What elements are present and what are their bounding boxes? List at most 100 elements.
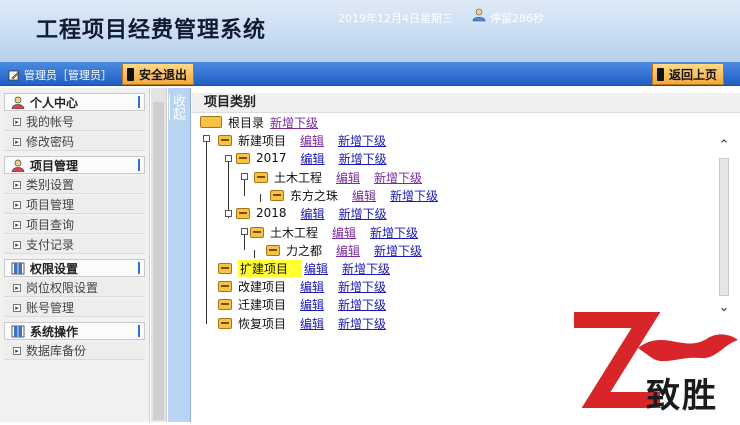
sidebar-item-my-account[interactable]: ▸ 我的帐号: [4, 113, 145, 131]
tree-node-label: 改建项目: [238, 279, 287, 294]
app-header: 工程项目经费管理系统 2019年12月4日 星期三 停留286秒: [0, 0, 740, 62]
sidebar-item-project-manage[interactable]: ▸ 项目管理: [4, 196, 145, 214]
tree-node-label: 迁建项目: [238, 297, 287, 312]
add-child-link[interactable]: 新增下级: [390, 187, 438, 204]
app-title: 工程项目经费管理系统: [36, 18, 267, 43]
brand-logo: 致胜: [568, 308, 740, 422]
edit-link[interactable]: 编辑: [336, 242, 360, 259]
tree-node: 力之都 编辑 新增下级: [266, 242, 436, 258]
sidebar-item-label: 岗位权限设置: [26, 281, 99, 295]
folder-icon: [236, 207, 250, 219]
scrollbar-thumb[interactable]: [153, 102, 164, 420]
sidebar-item-change-password[interactable]: ▸ 修改密码: [4, 133, 145, 151]
add-child-link[interactable]: 新增下级: [370, 224, 418, 241]
sidebar-group-label: 个人中心: [30, 95, 79, 110]
collapse-toggle[interactable]: [225, 155, 232, 162]
sidebar-item-label: 项目查询: [26, 218, 75, 232]
sidebar-item-label: 类别设置: [26, 178, 75, 192]
current-user: 管理员［管理员］: [8, 67, 112, 83]
sidebar-item-label: 项目管理: [26, 198, 75, 212]
edit-link[interactable]: 编辑: [301, 205, 325, 222]
scroll-up-icon[interactable]: ⌃: [718, 139, 730, 152]
phone-icon: [657, 67, 664, 81]
logout-button[interactable]: 安全退出: [122, 63, 195, 85]
add-child-link[interactable]: 新增下级: [374, 169, 422, 186]
sidebar-item-project-query[interactable]: ▸ 项目查询: [4, 216, 145, 234]
edit-link[interactable]: 编辑: [304, 260, 328, 277]
sidebar-item-payment-records[interactable]: ▸ 支付记录: [4, 236, 145, 254]
edit-link[interactable]: 编辑: [301, 150, 325, 167]
edit-link[interactable]: 编辑: [300, 296, 324, 313]
folder-icon: [254, 171, 268, 183]
add-child-link[interactable]: 新增下级: [338, 132, 386, 149]
add-child-link[interactable]: 新增下级: [339, 150, 387, 167]
tree-node-label: 土木工程: [270, 225, 319, 240]
sidebar-group-permissions[interactable]: 权限设置: [4, 259, 145, 277]
tree-node-label: 土木工程: [274, 170, 323, 185]
tree-node-label: 东方之珠: [290, 188, 339, 203]
edit-link[interactable]: 编辑: [336, 169, 360, 186]
add-child-link[interactable]: 新增下级: [338, 278, 386, 295]
sidebar-scrollbar[interactable]: [151, 88, 167, 422]
add-child-link[interactable]: 新增下级: [374, 242, 422, 259]
top-toolbar: 管理员［管理员］ 安全退出 返回上页: [0, 62, 740, 86]
sidebar-item-role-permissions[interactable]: ▸ 岗位权限设置: [4, 279, 145, 297]
page-title: 项目类别: [192, 93, 740, 113]
collapse-link[interactable]: 收起: [170, 94, 186, 120]
group-indicator: [138, 262, 140, 274]
back-label: 返回上页: [669, 67, 718, 82]
sidebar-group-project[interactable]: 项目管理: [4, 156, 145, 174]
folder-icon: [218, 262, 232, 274]
sidebar-item-category[interactable]: ▸ 类别设置: [4, 176, 145, 194]
current-weekday: 星期三: [420, 12, 453, 25]
sidebar-item-label: 账号管理: [26, 301, 75, 315]
book-icon: [11, 325, 25, 337]
bullet-icon: ▸: [13, 221, 21, 229]
tree-connector: [206, 136, 207, 324]
admin-label: 管理员［管理员］: [24, 69, 112, 82]
folder-icon: [250, 226, 264, 238]
collapse-toggle[interactable]: [241, 228, 248, 235]
pencil-icon: [8, 70, 20, 81]
tree-node-label: 2018: [256, 206, 287, 220]
collapse-toggle[interactable]: [225, 210, 232, 217]
add-child-link[interactable]: 新增下级: [338, 296, 386, 313]
tree-node: 迁建项目 编辑 新增下级: [218, 296, 400, 312]
tree-node: 土木工程 编辑 新增下级: [254, 169, 436, 185]
person-icon: [11, 159, 25, 172]
tree-node: 新建项目 编辑 新增下级: [218, 132, 400, 148]
logo-text: 致胜: [646, 376, 718, 416]
add-child-link[interactable]: 新增下级: [338, 315, 386, 332]
add-child-link[interactable]: 新增下级: [270, 114, 318, 131]
edit-link[interactable]: 编辑: [300, 278, 324, 295]
folder-icon: [218, 134, 232, 146]
collapse-toggle[interactable]: [203, 135, 210, 142]
tree-node-label: 新建项目: [238, 133, 287, 148]
back-button[interactable]: 返回上页: [652, 63, 725, 85]
tree-node-label[interactable]: 扩建项目: [238, 259, 303, 277]
sidebar-item-db-backup[interactable]: ▸ 数据库备份: [4, 342, 145, 360]
bullet-icon: ▸: [13, 347, 21, 355]
collapse-toggle[interactable]: [241, 173, 248, 180]
add-child-link[interactable]: 新增下级: [339, 205, 387, 222]
sidebar-item-label: 数据库备份: [26, 344, 87, 358]
edit-link[interactable]: 编辑: [300, 132, 324, 149]
group-indicator: [138, 159, 140, 171]
phone-icon: [127, 67, 134, 81]
sidebar-group-personal[interactable]: 个人中心: [4, 93, 145, 111]
session-duration: 停留286秒: [490, 12, 544, 25]
edit-link[interactable]: 编辑: [352, 187, 376, 204]
scrollbar-thumb[interactable]: [719, 158, 729, 296]
main-scrollbar[interactable]: ⌃ ⌄: [716, 128, 732, 326]
sidebar-item-account-manage[interactable]: ▸ 账号管理: [4, 299, 145, 317]
edit-link[interactable]: 编辑: [332, 224, 356, 241]
folder-icon: [200, 116, 222, 128]
edit-link[interactable]: 编辑: [300, 315, 324, 332]
add-child-link[interactable]: 新增下级: [342, 260, 390, 277]
sidebar-group-label: 项目管理: [30, 158, 79, 173]
tree-node-label: 根目录: [228, 115, 265, 130]
user-icon: [472, 8, 486, 22]
tree-node-label: 力之都: [286, 243, 323, 258]
group-indicator: [138, 325, 140, 337]
sidebar-group-system[interactable]: 系统操作: [4, 322, 145, 340]
